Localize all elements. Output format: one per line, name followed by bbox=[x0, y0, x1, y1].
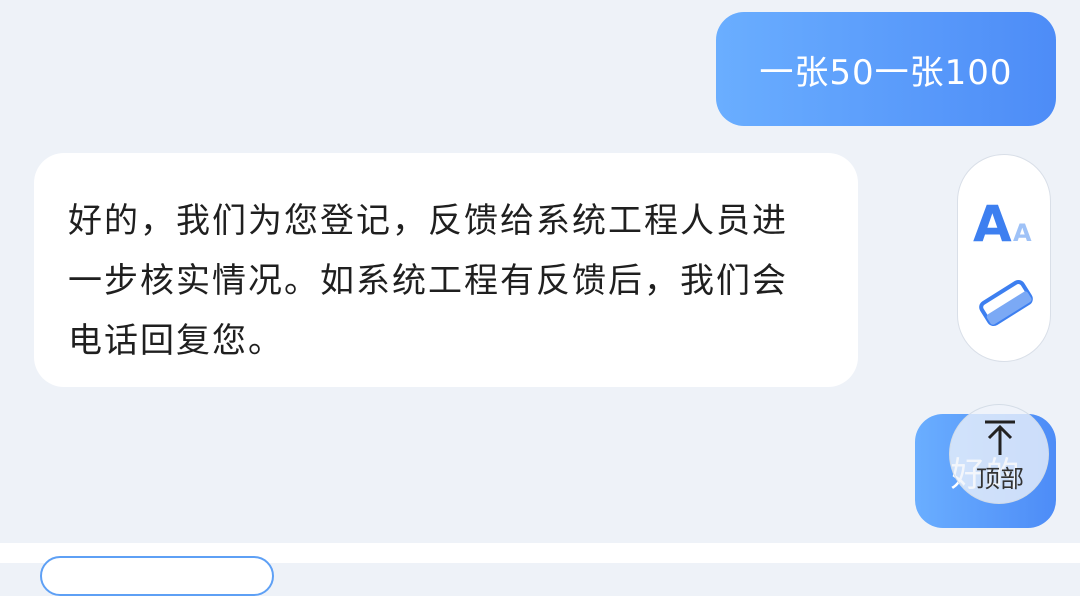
chat-area: 一张50一张100 好的，我们为您登记，反馈给系统工程人员进一步核实情况。如系统… bbox=[0, 0, 1080, 543]
eraser-icon[interactable] bbox=[976, 277, 1036, 329]
svg-text:A: A bbox=[1013, 219, 1032, 245]
message-tools-panel: A A bbox=[957, 154, 1051, 362]
arrow-up-to-top-icon bbox=[985, 420, 1015, 455]
font-size-icon[interactable]: A A bbox=[973, 193, 1037, 245]
svg-text:A: A bbox=[973, 195, 1012, 245]
user-message-text: 一张50一张100 bbox=[759, 52, 1013, 93]
scroll-to-top-label: 顶部 bbox=[976, 465, 1024, 493]
user-message-bubble[interactable]: 一张50一张100 bbox=[716, 12, 1056, 126]
bottom-quick-reply-chip[interactable] bbox=[40, 556, 274, 596]
bot-message-bubble[interactable]: 好的，我们为您登记，反馈给系统工程人员进一步核实情况。如系统工程有反馈后，我们会… bbox=[34, 153, 858, 387]
scroll-to-top-button[interactable]: 顶部 bbox=[949, 404, 1049, 504]
bottom-input-bar bbox=[0, 543, 1080, 596]
bot-message-text: 好的，我们为您登记，反馈给系统工程人员进一步核实情况。如系统工程有反馈后，我们会… bbox=[68, 201, 788, 361]
